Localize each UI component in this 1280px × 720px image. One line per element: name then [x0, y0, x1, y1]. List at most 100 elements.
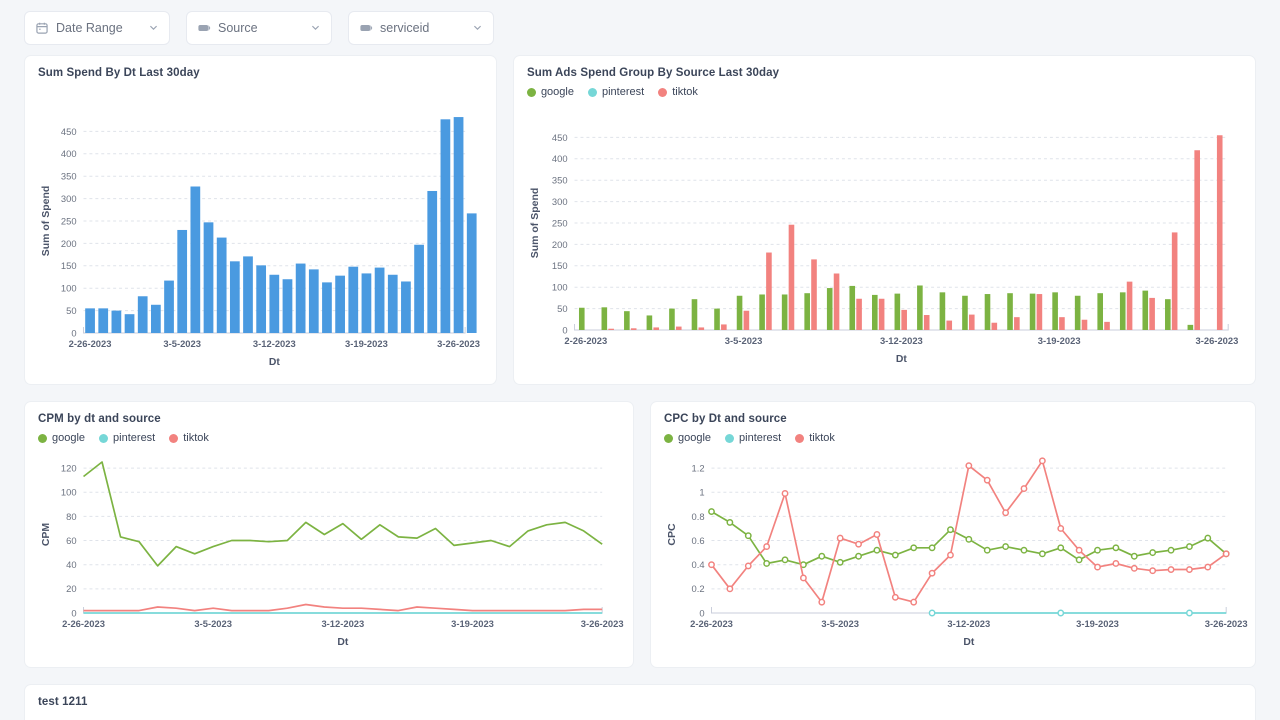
legend-label-tiktok: tiktok [672, 86, 698, 98]
svg-text:150: 150 [552, 261, 568, 272]
card-cpm: CPM by dt and source google pinterest ti… [24, 401, 634, 668]
legend-dot-pinterest [99, 433, 109, 443]
svg-text:CPM: CPM [41, 523, 52, 546]
card-group-spend-title: Sum Ads Spend Group By Source Last 30day [526, 67, 780, 79]
chevron-down-icon[interactable] [310, 22, 321, 33]
legend-item-tiktok[interactable]: tiktok [169, 432, 209, 444]
svg-text:200: 200 [552, 240, 568, 251]
svg-text:100: 100 [61, 488, 77, 499]
svg-text:350: 350 [552, 176, 568, 187]
card-cpc-title: CPC by Dt and source [663, 413, 787, 425]
chevron-down-icon[interactable] [148, 22, 159, 33]
svg-text:3-5-2023: 3-5-2023 [163, 339, 201, 350]
svg-text:3-5-2023: 3-5-2023 [194, 619, 232, 630]
svg-text:50: 50 [66, 306, 76, 317]
svg-text:3-12-2023: 3-12-2023 [253, 339, 296, 350]
svg-text:100: 100 [552, 283, 568, 294]
card-group-spend: Sum Ads Spend Group By Source Last 30day… [512, 55, 1256, 385]
svg-text:2-26-2023: 2-26-2023 [564, 336, 607, 347]
svg-text:3-5-2023: 3-5-2023 [821, 619, 859, 630]
svg-text:3-12-2023: 3-12-2023 [880, 336, 923, 347]
legend-label-tiktok: tiktok [809, 432, 835, 444]
legend-dot-tiktok [795, 433, 805, 443]
legend-item-google[interactable]: google [663, 432, 711, 444]
svg-text:50: 50 [557, 304, 567, 315]
filter-source[interactable]: Source [186, 10, 332, 45]
svg-text:0: 0 [562, 325, 567, 336]
svg-text:40: 40 [66, 560, 76, 571]
tag-icon [360, 24, 373, 31]
cpm-chart[interactable]: 0 20 40 60 80 100 120 2-26-2023 3-5-2023 3-12-202… [38, 444, 624, 648]
filter-date-range-label: Date Range [56, 20, 123, 35]
svg-text:3-19-2023: 3-19-2023 [451, 619, 494, 630]
legend-item-google[interactable]: google [526, 86, 574, 98]
legend-item-tiktok[interactable]: tiktok [795, 432, 835, 444]
svg-text:3-12-2023: 3-12-2023 [321, 619, 364, 630]
legend-label-pinterest: pinterest [601, 86, 645, 98]
legend-label-google: google [52, 432, 86, 444]
svg-text:250: 250 [552, 218, 568, 229]
tag-icon [198, 24, 211, 31]
svg-text:80: 80 [66, 512, 76, 523]
charts-row-3: test 1211 [24, 684, 1256, 720]
charts-row-2: CPM by dt and source google pinterest ti… [24, 401, 1256, 668]
chevron-down-icon[interactable] [472, 22, 483, 33]
svg-text:0.6: 0.6 [692, 536, 705, 547]
svg-text:Dt: Dt [269, 357, 280, 368]
svg-text:3-26-2023: 3-26-2023 [581, 619, 624, 630]
filter-source-label: Source [218, 20, 258, 35]
svg-text:0: 0 [71, 608, 76, 619]
svg-text:250: 250 [61, 216, 77, 227]
svg-text:3-19-2023: 3-19-2023 [1076, 619, 1119, 630]
card-sum-spend-title: Sum Spend By Dt Last 30day [38, 67, 200, 79]
filter-serviceid-label: serviceid [380, 20, 430, 35]
legend-cpm: google pinterest tiktok [38, 432, 620, 444]
sum-spend-chart[interactable]: 0 50 100 150 200 250 300 350 400 450 2-26-2023 3-5-… [38, 79, 483, 368]
legend-item-pinterest[interactable]: pinterest [725, 432, 781, 444]
svg-text:1: 1 [699, 488, 704, 499]
svg-text:0.2: 0.2 [692, 584, 705, 595]
legend-item-pinterest[interactable]: pinterest [99, 432, 155, 444]
legend-label-tiktok: tiktok [183, 432, 209, 444]
legend-dot-google [38, 433, 47, 443]
legend-cpc: google pinterest tiktok [663, 432, 1242, 444]
svg-text:150: 150 [61, 261, 77, 272]
legend-item-google[interactable]: google [38, 432, 85, 444]
svg-text:450: 450 [552, 133, 568, 144]
legend-dot-google [526, 87, 536, 97]
svg-text:0.8: 0.8 [692, 512, 705, 523]
legend-item-tiktok[interactable]: tiktok [658, 86, 698, 98]
legend-dot-pinterest [587, 87, 597, 97]
svg-text:Dt: Dt [963, 637, 974, 648]
svg-text:3-26-2023: 3-26-2023 [437, 339, 480, 350]
svg-text:0: 0 [699, 608, 704, 619]
legend-dot-tiktok [169, 433, 179, 443]
svg-text:300: 300 [552, 197, 568, 208]
svg-text:20: 20 [66, 584, 76, 595]
card-test-title: test 1211 [38, 696, 88, 708]
legend-item-pinterest[interactable]: pinterest [587, 86, 645, 98]
svg-text:2-26-2023: 2-26-2023 [690, 619, 733, 630]
svg-text:1.2: 1.2 [692, 463, 705, 474]
legend-label-pinterest: pinterest [113, 432, 156, 444]
legend-dot-pinterest [725, 433, 735, 443]
legend-label-pinterest: pinterest [739, 432, 782, 444]
filter-date-range[interactable]: Date Range [24, 10, 170, 45]
svg-text:2-26-2023: 2-26-2023 [62, 619, 105, 630]
legend-group-spend: google pinterest tiktok [526, 86, 1242, 98]
card-cpc: CPC by Dt and source google pinterest ti… [649, 401, 1256, 668]
legend-label-google: google [540, 86, 574, 98]
svg-text:60: 60 [66, 536, 76, 547]
svg-text:CPC: CPC [667, 523, 678, 546]
filter-bar: Date Range Source serviceid [24, 0, 1256, 55]
svg-text:Sum of Spend: Sum of Spend [41, 186, 52, 257]
group-spend-chart[interactable]: 0 50 100 150 200 250 300 350 400 450 2-26-2023 3-5-… [527, 98, 1242, 365]
svg-text:350: 350 [61, 172, 77, 183]
svg-text:0: 0 [71, 328, 76, 339]
cpc-chart[interactable]: 0 0.2 0.4 0.6 0.8 1 1.2 2-26-2023 3-5-2023 3-12-2… [664, 444, 1248, 648]
filter-serviceid[interactable]: serviceid [348, 10, 494, 45]
card-test: test 1211 [24, 684, 1256, 720]
svg-text:100: 100 [61, 284, 77, 295]
legend-dot-google [663, 433, 673, 443]
svg-text:400: 400 [61, 149, 77, 160]
